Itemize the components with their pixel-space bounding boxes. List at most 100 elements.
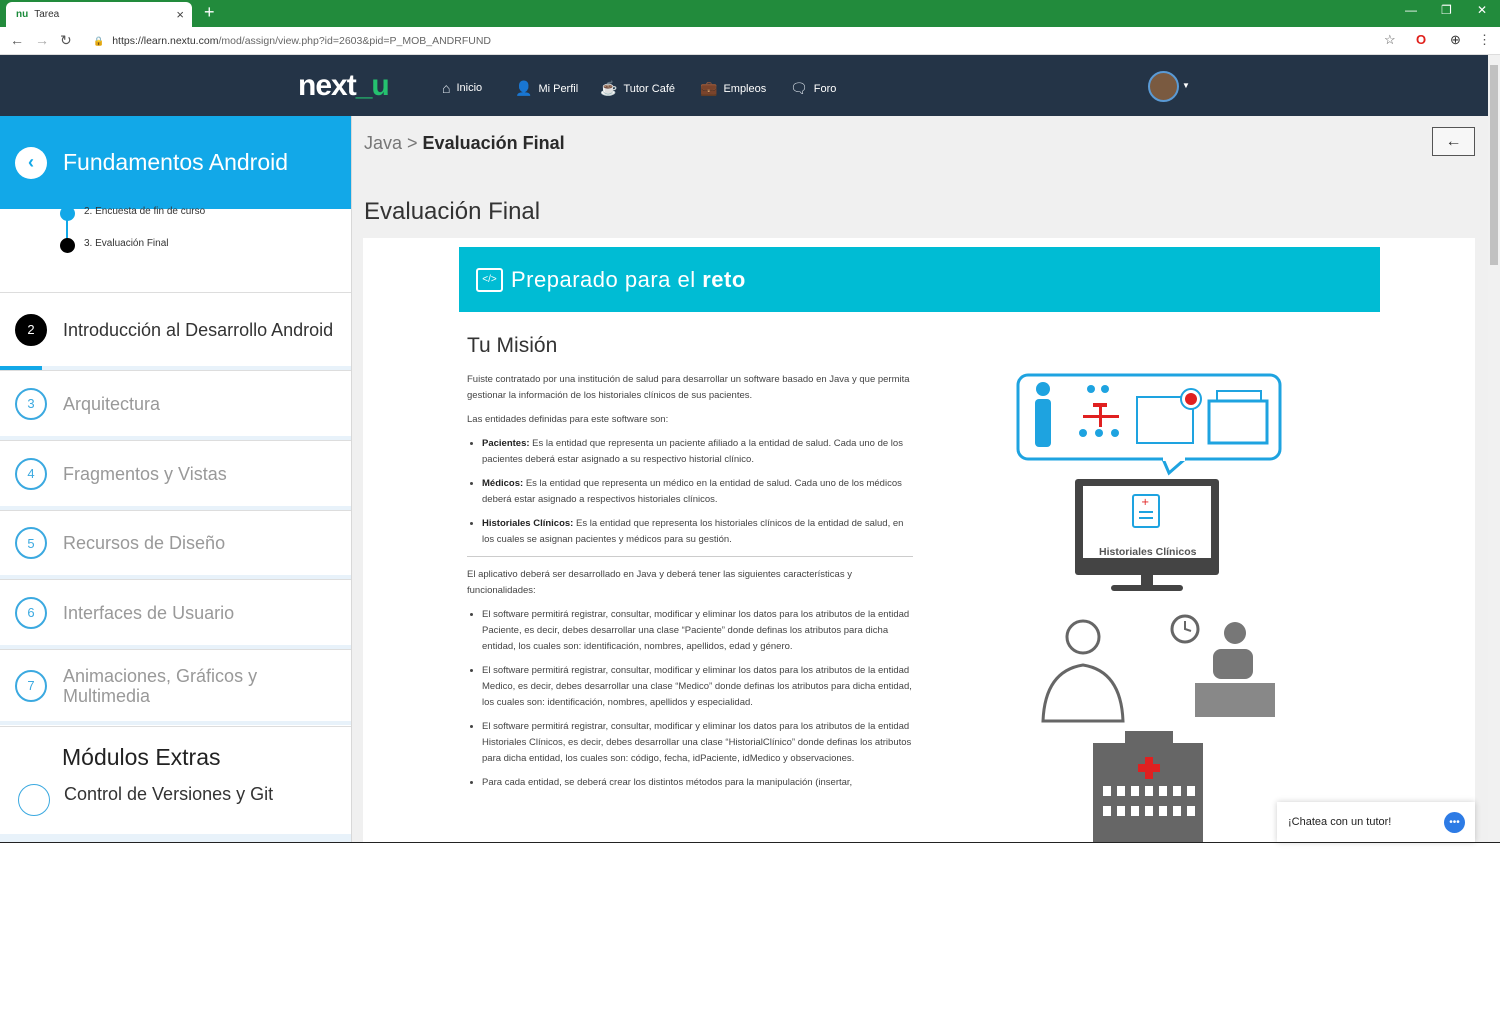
new-tab-icon[interactable]: +	[204, 2, 215, 23]
opera-icon[interactable]: O	[1416, 32, 1426, 47]
module-number: 5	[15, 527, 47, 559]
nav-tutor-cafe[interactable]: ☕ Tutor Café	[600, 80, 675, 97]
chat-widget[interactable]: ¡Chatea con un tutor! •••	[1277, 802, 1475, 842]
banner-text-main: Preparado para el	[511, 266, 703, 292]
reload-icon[interactable]: ↻	[60, 32, 72, 49]
course-title: Fundamentos Android	[63, 149, 289, 175]
banner-text: Preparado para el reto	[511, 267, 746, 293]
home-icon: ⌂	[442, 80, 451, 96]
entity-name: Pacientes:	[482, 438, 530, 449]
scrollbar-thumb[interactable]	[1490, 65, 1498, 265]
module-3[interactable]: 3 Arquitectura	[0, 370, 351, 440]
module-label: Animaciones, Gráficos y Multimedia	[63, 665, 258, 706]
nav-inicio[interactable]: ⌂ Inicio	[442, 80, 482, 96]
caret-down-icon[interactable]: ▼	[1182, 81, 1190, 90]
list-item: El software permitirá registrar, consult…	[482, 719, 913, 767]
logo-suffix: _u	[355, 69, 390, 102]
breadcrumb-separator: >	[402, 133, 423, 153]
browser-tab-strip: nu Tarea × + — ❐ ✕	[0, 0, 1500, 27]
browser-tab[interactable]: nu Tarea ×	[6, 2, 192, 27]
list-item: El software permitirá registrar, consult…	[482, 607, 913, 655]
back-button[interactable]: ←	[1432, 127, 1475, 156]
briefcase-icon: 💼	[700, 80, 718, 96]
intro-paragraph: Fuiste contratado por una institución de…	[467, 374, 910, 401]
divider	[467, 556, 913, 557]
list-item: Para cada entidad, se deberá crear los d…	[482, 775, 913, 791]
nav-foro[interactable]: 🗨 Foro	[790, 80, 836, 97]
subitem-evaluacion[interactable]: 3. Evaluación Final	[84, 238, 169, 249]
illustration-label: Historiales Clínicos	[1099, 546, 1197, 558]
assignment-card: </> Preparado para el reto Tu Misión Fui…	[363, 238, 1475, 842]
module-label: Arquitectura	[63, 393, 161, 414]
window-bottom-edge	[0, 842, 1500, 843]
extra-module-circle	[18, 784, 50, 816]
chat-bubble-icon[interactable]: •••	[1444, 812, 1465, 833]
list-item: Médicos: Es la entidad que representa un…	[482, 476, 913, 508]
close-tab-icon[interactable]: ×	[176, 7, 184, 22]
avatar[interactable]	[1148, 71, 1179, 102]
code-icon: </>	[476, 267, 503, 292]
page-title: Evaluación Final	[364, 198, 541, 225]
divider	[0, 834, 351, 842]
module-number: 2	[15, 313, 47, 346]
user-icon: 👤	[515, 80, 533, 96]
extension-icon[interactable]: ⊕	[1450, 32, 1461, 48]
module-label: Recursos de Diseño	[63, 533, 226, 553]
menu-kebab-icon[interactable]: ⋮	[1478, 32, 1491, 48]
banner: </> Preparado para el reto	[459, 247, 1380, 312]
extra-module-git[interactable]: Control de Versiones y Git	[64, 784, 273, 805]
module-label: Introducción al Desarrollo Android	[63, 319, 334, 340]
nextu-logo[interactable]: next_u	[298, 69, 390, 103]
features-intro: El aplicativo deberá ser desarrollado en…	[467, 569, 852, 596]
breadcrumb: Java > Evaluación Final	[364, 133, 565, 154]
nav-mi-perfil[interactable]: 👤 Mi Perfil	[515, 80, 578, 97]
banner-text-bold: reto	[702, 266, 746, 292]
module-label: Fragmentos y Vistas	[63, 463, 227, 484]
breadcrumb-parent[interactable]: Java	[364, 133, 402, 153]
module-7[interactable]: 7 Animaciones, Gráficos y Multimedia	[0, 649, 351, 725]
nav-label: Foro	[813, 82, 837, 95]
chat-icon: 🗨	[790, 80, 808, 96]
star-icon[interactable]: ☆	[1384, 32, 1396, 48]
forward-arrow-icon[interactable]: →	[35, 32, 49, 48]
nav-label: Tutor Café	[623, 82, 675, 95]
close-window-icon[interactable]: ✕	[1477, 3, 1487, 17]
extras-title: Módulos Extras	[62, 744, 221, 770]
course-sidebar: ‹ Fundamentos Android 2. Encuesta de fin…	[0, 116, 352, 842]
mission-title: Tu Misión	[467, 334, 558, 357]
chevron-left-icon[interactable]: ‹	[15, 146, 47, 179]
logo-main: next	[298, 69, 357, 102]
module-6[interactable]: 6 Interfaces de Usuario	[0, 579, 351, 649]
module-5[interactable]: 5 Recursos de Diseño	[0, 510, 351, 579]
restore-icon[interactable]: ❐	[1441, 3, 1452, 17]
url-path: /mod/assign/view.php?id=2603&pid=P_MOB_A…	[218, 35, 492, 47]
list-item: Pacientes: Es la entidad que representa …	[482, 436, 913, 468]
coffee-icon: ☕	[600, 80, 618, 96]
tab-title: Tarea	[34, 9, 60, 20]
module-number: 4	[15, 457, 47, 490]
sidebar-header: ‹ Fundamentos Android	[0, 116, 351, 209]
module-number: 6	[15, 596, 47, 629]
tab-favicon: nu	[16, 9, 29, 20]
entity-name: Médicos:	[482, 478, 524, 489]
feature-list: El software permitirá registrar, consult…	[482, 607, 913, 791]
subitem-encuesta[interactable]: 2. Encuesta de fin de curso	[84, 206, 205, 217]
lock-icon: 🔒	[93, 35, 105, 46]
minimize-icon[interactable]: —	[1405, 3, 1417, 17]
main-content: Java > Evaluación Final ← Evaluación Fin…	[352, 116, 1488, 842]
nav-empleos[interactable]: 💼 Empleos	[700, 80, 766, 97]
module-number: 3	[15, 387, 47, 420]
module-4[interactable]: 4 Fragmentos y Vistas	[0, 440, 351, 510]
page-scrollbar[interactable]	[1488, 55, 1500, 842]
module-2[interactable]: 2 Introducción al Desarrollo Android	[0, 292, 351, 370]
back-arrow-icon[interactable]: ←	[10, 32, 24, 48]
nav-label: Mi Perfil	[538, 82, 579, 95]
url-host: https://learn.nextu.com	[112, 35, 219, 47]
divider	[0, 726, 351, 727]
mission-body: Fuiste contratado por una institución de…	[467, 372, 913, 799]
url-field[interactable]: 🔒 https://learn.nextu.com/mod/assign/vie…	[85, 31, 1405, 51]
entity-text: Es la entidad que representa un paciente…	[482, 438, 903, 465]
nav-label: Inicio	[456, 82, 483, 94]
module-number: 7	[15, 669, 47, 702]
entity-list: Pacientes: Es la entidad que representa …	[482, 436, 913, 548]
